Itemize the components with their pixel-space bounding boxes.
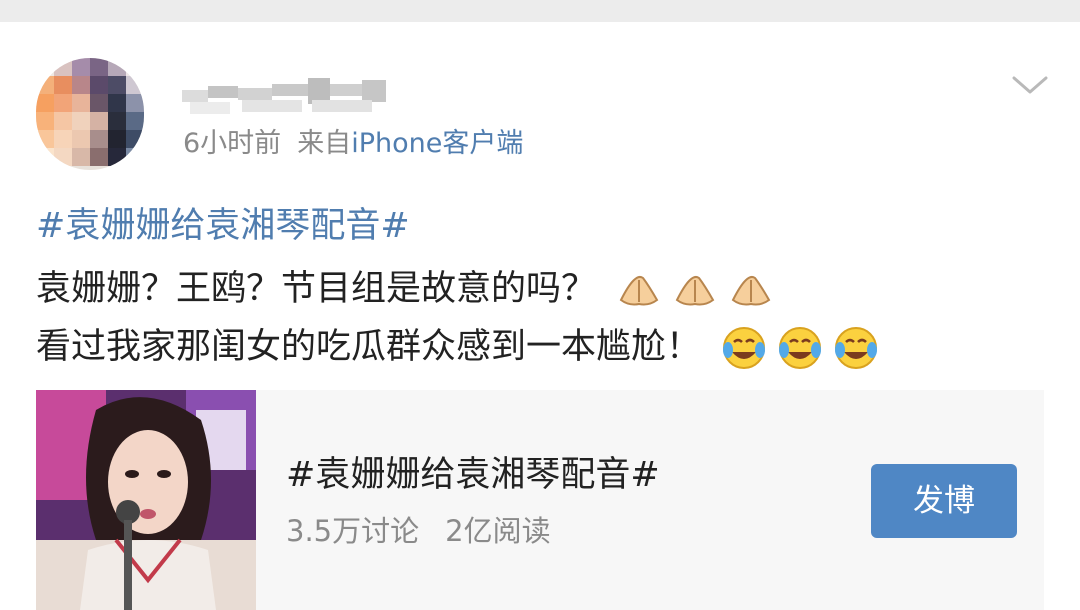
- folded-hands-emoji: [615, 266, 663, 314]
- topic-hashtag-link[interactable]: #袁姗姗给袁湘琴配音#: [36, 200, 410, 252]
- post-button[interactable]: 发博: [871, 464, 1017, 538]
- crying-laughing-emoji: [776, 324, 824, 372]
- discussion-count: 3.5万讨论: [286, 514, 420, 548]
- username[interactable]: [182, 74, 388, 114]
- post-text-line: 看过我家那闺女的吃瓜群众感到一本尴尬！: [36, 320, 880, 374]
- post-time: 6小时前: [183, 128, 282, 159]
- source-client-link[interactable]: iPhone客户端: [351, 128, 523, 159]
- avatar[interactable]: [36, 58, 144, 170]
- topic-card-title[interactable]: #袁姗姗给袁湘琴配音#: [286, 452, 660, 498]
- crying-laughing-emoji: [720, 324, 768, 372]
- topic-card-stats: 3.5万讨论 2亿阅读: [286, 510, 551, 552]
- post-text-line: 袁姗姗？王鸥？节目组是故意的吗？: [36, 262, 775, 316]
- post-meta: 6小时前 来自iPhone客户端: [183, 124, 523, 164]
- topic-thumbnail[interactable]: [36, 390, 256, 610]
- source-prefix: 来自: [297, 128, 352, 159]
- folded-hands-emoji: [727, 266, 775, 314]
- post-text: 袁姗姗？王鸥？节目组是故意的吗？: [36, 269, 597, 309]
- topic-card[interactable]: #袁姗姗给袁湘琴配音# 3.5万讨论 2亿阅读 发博: [36, 390, 1044, 610]
- crying-laughing-emoji: [832, 324, 880, 372]
- top-bar: [0, 0, 1080, 22]
- folded-hands-emoji: [671, 266, 719, 314]
- post-text: 看过我家那闺女的吃瓜群众感到一本尴尬！: [36, 327, 702, 367]
- read-count: 2亿阅读: [445, 514, 551, 548]
- chevron-down-icon[interactable]: [1010, 70, 1050, 100]
